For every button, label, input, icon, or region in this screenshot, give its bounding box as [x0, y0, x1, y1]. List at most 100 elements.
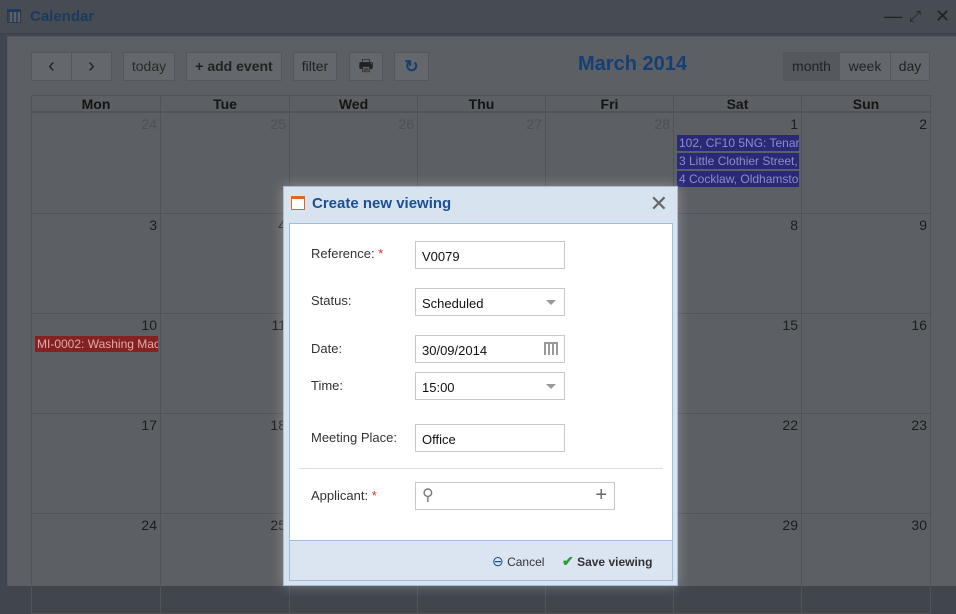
filter-button[interactable]: filter — [293, 52, 337, 81]
close-icon[interactable]: ✕ — [935, 6, 950, 27]
day-number: 8 — [790, 217, 798, 233]
date-label: Date: — [311, 341, 343, 356]
day-header-sat: Sat — [673, 95, 802, 112]
time-select[interactable]: 15:00 — [415, 372, 565, 400]
minimize-icon[interactable]: — — [884, 6, 902, 27]
day-header-thu: Thu — [417, 95, 546, 112]
calendar-event[interactable]: 4 Cocklaw, Oldhamsto — [677, 171, 799, 187]
day-number: 24 — [141, 517, 157, 533]
applicant-search-input[interactable]: ⚲ + — [415, 482, 615, 510]
day-cell[interactable]: 29 — [673, 513, 802, 614]
day-number: 25 — [270, 116, 286, 132]
required-mark: * — [371, 488, 377, 503]
dialog-close-icon[interactable]: ✕ — [650, 191, 668, 217]
cancel-icon: ⊖ — [492, 553, 504, 569]
day-number: 15 — [782, 317, 798, 333]
day-number: 24 — [141, 116, 157, 132]
window-title: Calendar — [30, 8, 95, 25]
calendar-event[interactable]: 3 Little Clothier Street, — [677, 153, 799, 169]
meeting-place-label: Meeting Place: — [311, 430, 397, 445]
dialog-header: Create new viewing ✕ — [284, 187, 677, 221]
day-number: 9 — [919, 217, 927, 233]
date-value: 30/09/2014 — [422, 343, 488, 358]
day-number: 10 — [141, 317, 157, 333]
add-applicant-icon[interactable]: + — [595, 484, 607, 507]
day-cell[interactable]: 23 — [801, 413, 931, 514]
day-cell[interactable]: 18 — [160, 413, 290, 514]
day-number: 27 — [526, 116, 542, 132]
day-cell[interactable]: 24 — [31, 112, 161, 214]
view-week-button[interactable]: week — [839, 52, 891, 81]
day-number: 3 — [149, 217, 157, 233]
day-header-sun: Sun — [801, 95, 931, 112]
calendar-title: March 2014 — [578, 53, 687, 75]
time-value: 15:00 — [422, 380, 455, 395]
meeting-place-input[interactable]: Office — [415, 424, 565, 452]
day-cell[interactable]: 22 — [673, 413, 802, 514]
day-cell[interactable]: 15 — [673, 313, 802, 414]
day-number: 1 — [790, 116, 798, 132]
dialog-title: Create new viewing — [312, 195, 452, 212]
day-cell[interactable]: 11 — [160, 313, 290, 414]
required-mark: * — [378, 246, 384, 261]
day-cell[interactable]: 3 — [31, 213, 161, 314]
maximize-icon[interactable]: ⤢ — [909, 8, 921, 25]
save-label: Save viewing — [577, 555, 653, 569]
reference-label-text: Reference: — [311, 246, 375, 261]
day-number: 30 — [911, 517, 927, 533]
calendar-event[interactable]: 102, CF10 5NG: Tenar — [677, 135, 799, 151]
day-cell[interactable]: 30 — [801, 513, 931, 614]
printer-icon: 🖶 — [358, 58, 374, 75]
calendar-picker-icon[interactable] — [544, 342, 558, 355]
day-cell[interactable]: 16 — [801, 313, 931, 414]
window-titlebar: Calendar — ⤢ ✕ — [0, 0, 956, 34]
day-cell[interactable]: 17 — [31, 413, 161, 514]
status-value: Scheduled — [422, 296, 484, 311]
add-event-button[interactable]: + add event — [186, 52, 282, 81]
day-header-fri: Fri — [545, 95, 674, 112]
day-number: 23 — [911, 417, 927, 433]
day-cell[interactable]: 24 — [31, 513, 161, 614]
view-month-button[interactable]: month — [783, 52, 840, 81]
day-cell[interactable]: 25 — [160, 112, 290, 214]
print-button[interactable]: 🖶 — [349, 52, 383, 81]
refresh-button[interactable]: ↻ — [394, 52, 429, 81]
status-select[interactable]: Scheduled — [415, 288, 565, 316]
day-cell[interactable]: 2 — [801, 112, 931, 214]
day-cell[interactable]: 4 — [160, 213, 290, 314]
date-input[interactable]: 30/09/2014 — [415, 335, 565, 363]
divider — [299, 468, 663, 469]
day-cell[interactable]: 8 — [673, 213, 802, 314]
day-cell[interactable]: 25 — [160, 513, 290, 614]
dialog-body: Reference: * V0079 Status: Scheduled Dat… — [289, 223, 673, 541]
chevron-down-icon — [546, 384, 556, 389]
day-header-wed: Wed — [289, 95, 418, 112]
create-viewing-dialog: Create new viewing ✕ Reference: * V0079 … — [283, 186, 678, 586]
day-number: 22 — [782, 417, 798, 433]
status-label: Status: — [311, 293, 352, 308]
cancel-label: Cancel — [507, 555, 545, 569]
day-cell[interactable]: 1 102, CF10 5NG: Tenar 3 Little Clothier S… — [673, 112, 802, 214]
view-day-button[interactable]: day — [890, 52, 930, 81]
calendar-event[interactable]: MI-0002: Washing Mac — [35, 336, 158, 352]
reference-label: Reference: * — [311, 246, 383, 261]
save-viewing-button[interactable]: ✔ Save viewing — [562, 553, 652, 570]
day-cell[interactable]: 10 MI-0002: Washing Mac — [31, 313, 161, 414]
day-number: 16 — [911, 317, 927, 333]
prev-button[interactable]: ‹ — [31, 52, 72, 81]
day-number: 17 — [141, 417, 157, 433]
refresh-icon: ↻ — [404, 57, 419, 76]
day-number: 2 — [919, 116, 927, 132]
time-label: Time: — [311, 378, 344, 393]
viewing-calendar-icon — [291, 196, 305, 210]
next-button[interactable]: › — [71, 52, 112, 81]
reference-input[interactable]: V0079 — [415, 241, 565, 269]
search-icon: ⚲ — [422, 487, 434, 504]
applicant-label: Applicant: * — [311, 488, 377, 503]
day-number: 28 — [654, 116, 670, 132]
dialog-footer: ⊖ Cancel ✔ Save viewing — [289, 541, 673, 581]
calendar-icon — [7, 9, 21, 23]
today-button[interactable]: today — [123, 52, 175, 81]
day-cell[interactable]: 9 — [801, 213, 931, 314]
cancel-button[interactable]: ⊖ Cancel — [492, 553, 544, 570]
